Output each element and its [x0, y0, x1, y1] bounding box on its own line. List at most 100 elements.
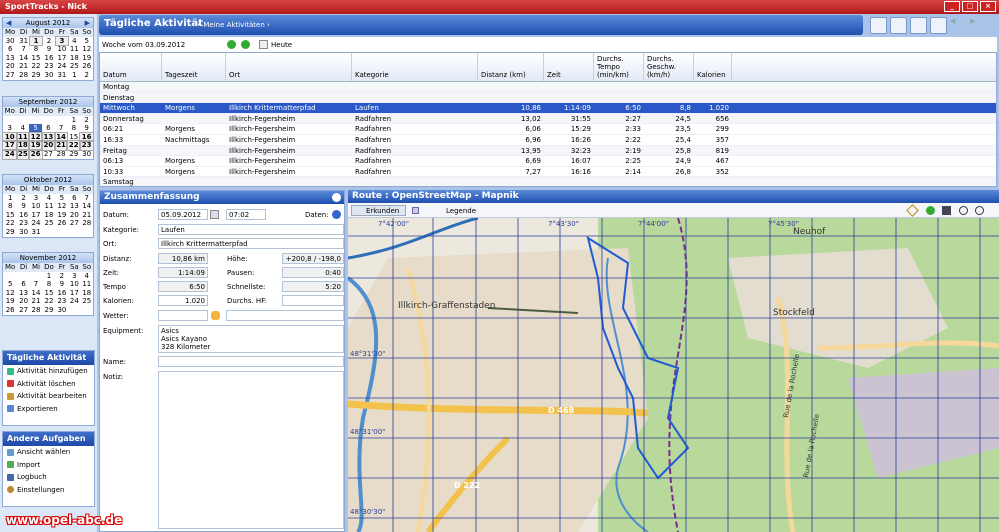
calendar-day[interactable]: 4: [42, 194, 55, 203]
calendar-day[interactable]: 28: [55, 150, 68, 159]
calendar-day[interactable]: 19: [3, 297, 17, 306]
calendar-day[interactable]: 6: [42, 124, 55, 133]
calendar-day[interactable]: 7: [17, 45, 29, 54]
zoom-icon[interactable]: [975, 206, 984, 215]
calendar-day[interactable]: 1: [68, 71, 80, 80]
distanz-field[interactable]: 10,86 km: [158, 253, 208, 264]
gps-icon[interactable]: [959, 206, 968, 215]
calendar-day[interactable]: 15: [30, 54, 42, 63]
calendar-day[interactable]: 23: [17, 219, 29, 228]
hoehe-field[interactable]: +200,8 / -198,0: [282, 253, 344, 264]
calendar-day[interactable]: 23: [56, 297, 68, 306]
column-header[interactable]: Kategorie: [352, 53, 478, 81]
calendar-day[interactable]: 21: [17, 62, 29, 71]
calendar-day[interactable]: 26: [81, 62, 93, 71]
calendar-day[interactable]: 18: [68, 54, 80, 63]
calendar-day[interactable]: [81, 306, 93, 315]
calendar-day[interactable]: 14: [30, 289, 42, 298]
calendar-day[interactable]: 25: [42, 219, 55, 228]
save-icon[interactable]: [942, 206, 951, 215]
calendar-day[interactable]: 26: [3, 306, 17, 315]
calendar-day[interactable]: 23: [42, 62, 55, 71]
table-row[interactable]: 06:13 Morgens Illkirch-Fegersheim Radfahren…: [100, 156, 996, 167]
calendar-day[interactable]: 20: [68, 211, 80, 220]
task-logbook[interactable]: Logbuch: [3, 471, 94, 484]
refresh-icon[interactable]: [926, 206, 935, 215]
calendar-november[interactable]: November 2012 Mo Di Mi Do Fr Sa So 1 2 3 4 5 6 7 8 9 10 11…: [2, 252, 94, 316]
calendar-view-icon[interactable]: [870, 17, 887, 34]
calendar-day[interactable]: 22: [66, 140, 82, 151]
calendar-day[interactable]: [42, 228, 55, 237]
task-edit-activity[interactable]: Aktivität bearbeiten: [3, 390, 94, 403]
calendar-day[interactable]: 20: [17, 297, 29, 306]
name-field[interactable]: [158, 356, 344, 367]
calendar-day[interactable]: 13: [68, 202, 80, 211]
calendar-day[interactable]: 31: [17, 37, 29, 46]
calendar-day[interactable]: 5: [81, 37, 93, 46]
shoe-icon[interactable]: [890, 17, 907, 34]
calendar-day[interactable]: 24: [68, 297, 80, 306]
calendar-day[interactable]: 11: [68, 45, 80, 54]
calendar-day[interactable]: 10: [2, 131, 18, 143]
equipment-list[interactable]: Asics Asics Kayano 328 Kilometer: [158, 325, 344, 353]
next-month-icon[interactable]: ▶: [85, 18, 90, 28]
task-export[interactable]: Exportieren: [3, 403, 94, 416]
calendar-day[interactable]: 8: [3, 202, 17, 211]
column-header[interactable]: Kalorien: [694, 53, 732, 81]
notiz-field[interactable]: [158, 371, 344, 529]
calendar-day[interactable]: 29: [67, 150, 80, 159]
calendar-day[interactable]: 2: [80, 116, 93, 125]
calendar-day[interactable]: 15: [67, 133, 80, 142]
calendar-day[interactable]: 16: [42, 54, 55, 63]
prev-month-icon[interactable]: ◀: [6, 18, 11, 28]
calendar-day[interactable]: 27: [68, 219, 80, 228]
maximize-button[interactable]: □: [962, 1, 978, 12]
column-header[interactable]: Distanz (km): [478, 53, 544, 81]
calendar-day[interactable]: 2: [42, 37, 55, 46]
calendar-day[interactable]: [56, 228, 68, 237]
pausen-field[interactable]: 0:40: [282, 267, 344, 278]
time-field[interactable]: 07:02: [226, 209, 266, 220]
calendar-day[interactable]: 12: [81, 45, 93, 54]
calendar-day[interactable]: 9: [17, 202, 29, 211]
calendar-day[interactable]: 14: [81, 202, 93, 211]
calendar-day[interactable]: [3, 116, 17, 125]
calendar-day[interactable]: 15: [42, 289, 55, 298]
calendar-day[interactable]: 4: [68, 37, 80, 46]
calendar-day[interactable]: 7: [55, 124, 68, 133]
calendar-day[interactable]: 21: [81, 211, 93, 220]
datum-field[interactable]: 05.09.2012: [158, 209, 208, 220]
close-button[interactable]: ×: [980, 1, 996, 12]
task-settings[interactable]: Einstellungen: [3, 484, 94, 497]
calendar-day[interactable]: 7: [81, 194, 93, 203]
calendar-day[interactable]: 17: [68, 289, 80, 298]
collapse-icon[interactable]: [332, 193, 341, 202]
calendar-day[interactable]: 16: [56, 289, 68, 298]
calendar-day[interactable]: 15: [3, 211, 17, 220]
calendar-day[interactable]: 27: [3, 71, 17, 80]
calendar-day[interactable]: 31: [56, 71, 68, 80]
today-button[interactable]: Heute: [271, 41, 292, 49]
column-header[interactable]: Ort: [226, 53, 352, 81]
calendar-september[interactable]: September 2012 Mo Di Mi Do Fr Sa So 1 2 3 4 5 6 7 8 9 10 1…: [2, 96, 94, 160]
calendar-october[interactable]: Oktober 2012 Mo Di Mi Do Fr Sa So 1 2 3 4 5 6 7 8 9 10 11 1…: [2, 174, 94, 238]
calendar-day[interactable]: 12: [56, 202, 68, 211]
calendar-day[interactable]: 6: [3, 45, 17, 54]
map-canvas[interactable]: Illkirch-Graffenstaden Stockfeld Neuhof …: [348, 218, 999, 532]
calendar-day[interactable]: 16: [79, 131, 94, 143]
calendar-day[interactable]: [29, 116, 42, 125]
calendar-day[interactable]: 29: [42, 306, 55, 315]
calendar-august[interactable]: August 2012 ◀ ▶ Mo Di Mi Do Fr Sa So 30 31 1 2 3 4 5 6 7 8 9…: [2, 17, 94, 81]
calendar-day[interactable]: 25: [68, 62, 80, 71]
calendar-day[interactable]: [17, 272, 29, 281]
calendar-day[interactable]: 24: [56, 62, 68, 71]
calendar-day[interactable]: 18: [81, 289, 93, 298]
calendar-day[interactable]: 30: [56, 306, 68, 315]
calendar-day[interactable]: 7: [30, 280, 42, 289]
weather-icon[interactable]: [211, 311, 220, 320]
athlete-icon[interactable]: [910, 17, 927, 34]
calendar-day[interactable]: 26: [56, 219, 68, 228]
calendar-day[interactable]: 17: [30, 211, 42, 220]
schnellste-field[interactable]: 5:20: [282, 281, 344, 292]
calendar-day[interactable]: 22: [30, 62, 42, 71]
